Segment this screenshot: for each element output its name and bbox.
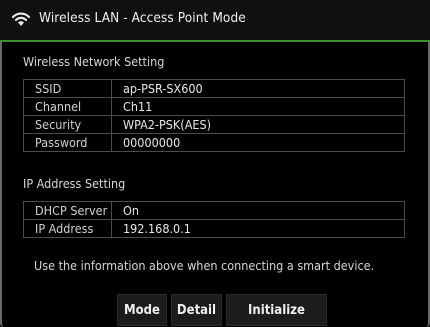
dhcp-server-value: On [111,201,405,220]
ip-section-title: IP Address Setting [23,176,126,191]
ip-address-label: IP Address [23,219,112,238]
table-row: Channel Ch11 [23,97,405,116]
detail-button[interactable]: Detail [171,294,222,326]
ip-settings-table: DHCP Server On IP Address 192.168.0.1 [23,201,405,238]
dialog-frame [0,0,430,327]
password-label: Password [23,133,112,152]
security-value: WPA2-PSK(AES) [111,115,405,134]
table-row: DHCP Server On [23,201,405,220]
wireless-settings-table: SSID ap-PSR-SX600 Channel Ch11 Security … [23,79,405,152]
channel-value: Ch11 [111,97,405,116]
security-label: Security [23,115,112,134]
connection-note: Use the information above when connectin… [34,258,375,273]
ssid-value: ap-PSR-SX600 [111,79,405,98]
title-bar: Wireless LAN - Access Point Mode [0,0,430,42]
table-row: SSID ap-PSR-SX600 [23,79,405,98]
dhcp-server-label: DHCP Server [23,201,112,220]
mode-button[interactable]: Mode [117,294,167,326]
ip-address-value: 192.168.0.1 [111,219,405,238]
page-title: Wireless LAN - Access Point Mode [39,10,246,26]
initialize-button[interactable]: Initialize [226,294,327,326]
wifi-icon [11,12,31,26]
channel-label: Channel [23,97,112,116]
table-row: IP Address 192.168.0.1 [23,219,405,238]
ssid-label: SSID [23,79,112,98]
wireless-section-title: Wireless Network Setting [23,54,165,69]
table-row: Security WPA2-PSK(AES) [23,115,405,134]
table-row: Password 00000000 [23,133,405,152]
password-value: 00000000 [111,133,405,152]
